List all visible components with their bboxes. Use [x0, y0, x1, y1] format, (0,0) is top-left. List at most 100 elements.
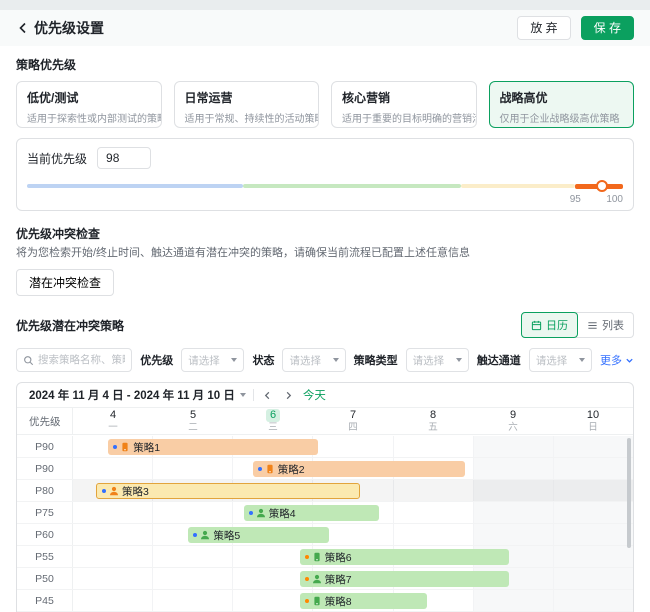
- strategy-bar[interactable]: 策略7: [300, 571, 509, 587]
- strategy-bar[interactable]: 策略3: [96, 483, 360, 499]
- chevron-down-icon: [456, 358, 462, 362]
- priority-level-card[interactable]: 日常运营 适用于常规、持续性的活动策略: [174, 81, 320, 128]
- status-dot: [305, 599, 309, 603]
- strategy-bar-label: 策略3: [122, 484, 149, 499]
- person-icon: [256, 508, 266, 518]
- day-header: 5 二: [153, 408, 233, 434]
- gantt-row: 策略7 P50: [17, 568, 633, 590]
- slider-handle[interactable]: [596, 180, 608, 192]
- strategy-bar[interactable]: 策略5: [188, 527, 329, 543]
- conflict-strategies-header: 优先级潜在冲突策略 日历 列表: [16, 312, 634, 338]
- strategy-bar[interactable]: 策略8: [300, 593, 428, 609]
- priority-card-title: 核心营销: [342, 89, 466, 106]
- day-number: 10: [587, 409, 599, 422]
- vertical-scrollbar[interactable]: [627, 438, 631, 548]
- strategy-type-filter-select[interactable]: 请选择: [406, 348, 469, 372]
- gantt-row-priority: P75: [17, 502, 73, 523]
- strategy-bar[interactable]: 策略1: [108, 439, 317, 455]
- gantt-row: 策略5 P60: [17, 524, 633, 546]
- priority-card-description: 适用于探索性或内部测试的策略: [27, 110, 151, 125]
- day-weekday: 一: [108, 422, 118, 433]
- day-number: 7: [350, 409, 356, 422]
- save-button[interactable]: 保 存: [581, 16, 634, 40]
- priority-slider[interactable]: [27, 180, 623, 192]
- conflict-strategies-title: 优先级潜在冲突策略: [16, 317, 124, 334]
- strategy-bar[interactable]: 策略6: [300, 549, 509, 565]
- day-number: 9: [510, 409, 516, 422]
- back-chevron-icon[interactable]: [16, 21, 30, 35]
- mobile-icon: [265, 464, 275, 474]
- filter-label-channel: 触达通道: [477, 352, 521, 368]
- nav-divider: [253, 389, 254, 401]
- more-filters-link[interactable]: 更多: [600, 352, 634, 368]
- priority-card-title: 日常运营: [185, 89, 309, 106]
- search-input[interactable]: [38, 354, 125, 366]
- day-weekday: 三: [268, 422, 278, 433]
- calendar-view-button[interactable]: 日历: [521, 312, 578, 338]
- gantt-row: 策略4 P75: [17, 502, 633, 524]
- gantt-row-priority: P60: [17, 524, 73, 545]
- status-dot: [258, 467, 262, 471]
- filter-bar: 优先级 请选择 状态 请选择 策略类型 请选择 触达通道 请选择 更多: [16, 348, 634, 372]
- gantt-row-priority: P90: [17, 458, 73, 479]
- filter-label-priority: 优先级: [140, 352, 173, 368]
- conflict-check-button[interactable]: 潜在冲突检查: [16, 269, 114, 296]
- gantt-row-chart: 策略5: [73, 524, 633, 545]
- gantt-row-chart: 策略1: [73, 436, 633, 457]
- priority-level-card[interactable]: 核心营销 适用于重要的目标明确的营销活动: [331, 81, 477, 128]
- gantt-row-priority: P90: [17, 436, 73, 457]
- status-dot: [305, 577, 309, 581]
- day-number: 4: [110, 409, 116, 422]
- priority-column-header: 优先级: [17, 408, 73, 434]
- priority-level-card[interactable]: 战略高优 仅用于企业战略级高优策略: [489, 81, 635, 128]
- day-weekday: 六: [508, 422, 518, 433]
- gantt-row-chart: 策略2: [73, 458, 633, 479]
- current-priority-label: 当前优先级: [27, 150, 87, 167]
- channel-filter-select[interactable]: 请选择: [529, 348, 592, 372]
- gantt-row-chart: 策略6: [73, 546, 633, 567]
- next-week-button[interactable]: [282, 388, 296, 402]
- priority-filter-select[interactable]: 请选择: [181, 348, 244, 372]
- gantt-row-priority: P80: [17, 480, 73, 501]
- gantt-row: 策略2 P90: [17, 458, 633, 480]
- day-number: 5: [190, 409, 196, 422]
- filter-label-status: 状态: [252, 352, 274, 368]
- strategy-bar[interactable]: 策略4: [244, 505, 379, 521]
- gantt-row-chart: 策略8: [73, 590, 633, 611]
- day-header: 9 六: [473, 408, 553, 434]
- discard-button[interactable]: 放 弃: [517, 16, 570, 40]
- chevron-down-icon: [231, 358, 237, 362]
- person-icon: [312, 574, 322, 584]
- strategy-bar[interactable]: 策略2: [253, 461, 465, 477]
- page-title: 优先级设置: [34, 18, 104, 38]
- priority-card-description: 适用于常规、持续性的活动策略: [185, 110, 309, 125]
- priority-card-description: 仅用于企业战略级高优策略: [500, 110, 624, 125]
- priority-settings-page: 优先级设置 放 弃 保 存 策略优先级 低优/测试 适用于探索性或内部测试的策略…: [0, 10, 650, 612]
- strategy-bar-label: 策略1: [133, 440, 160, 455]
- gantt-row-chart: 策略3: [73, 480, 633, 501]
- gantt-row: 策略8 P45: [17, 590, 633, 612]
- gantt-calendar-card: 2024 年 11 月 4 日 - 2024 年 11 月 10 日 今天 优先…: [16, 382, 634, 612]
- calendar-icon: [531, 320, 542, 331]
- status-filter-select[interactable]: 请选择: [282, 348, 345, 372]
- date-range-picker[interactable]: 2024 年 11 月 4 日 - 2024 年 11 月 10 日: [29, 387, 246, 403]
- day-weekday: 日: [588, 422, 598, 433]
- status-dot: [193, 533, 197, 537]
- date-range-caret-icon: [240, 393, 246, 397]
- mobile-icon: [120, 442, 130, 452]
- calendar-nav: 2024 年 11 月 4 日 - 2024 年 11 月 10 日 今天: [17, 383, 633, 408]
- gantt-row: 策略3 P80: [17, 480, 633, 502]
- slider-min-label: 95: [570, 194, 581, 205]
- current-priority-input[interactable]: [97, 147, 151, 169]
- gantt-row-priority: P55: [17, 546, 73, 567]
- priority-level-cards: 低优/测试 适用于探索性或内部测试的策略 日常运营 适用于常规、持续性的活动策略…: [16, 81, 634, 128]
- list-view-button[interactable]: 列表: [576, 312, 634, 338]
- chevron-down-icon: [579, 358, 585, 362]
- priority-card-title: 低优/测试: [27, 89, 151, 106]
- priority-level-card[interactable]: 低优/测试 适用于探索性或内部测试的策略: [16, 81, 162, 128]
- status-dot: [305, 555, 309, 559]
- today-button[interactable]: 今天: [303, 387, 326, 403]
- day-header: 7 四: [313, 408, 393, 434]
- prev-week-button[interactable]: [261, 388, 275, 402]
- day-number: 6: [266, 409, 280, 422]
